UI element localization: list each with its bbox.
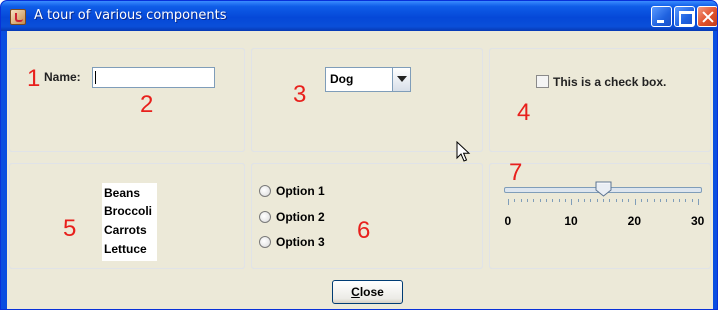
slider-tick [615,199,617,202]
slider-tick [609,199,611,202]
radio-option-3-label[interactable]: Option 3 [276,235,325,249]
mouse-cursor-icon [456,141,471,162]
callout-4: 4 [517,99,531,126]
slider-tick [514,199,516,202]
slider-tick [520,199,522,202]
slider-tick [679,199,680,202]
slider-tick [647,199,649,202]
animal-combo-box[interactable]: Dog [325,67,411,92]
list-item-carrots[interactable]: Carrots [104,223,147,237]
slider-label-20: 20 [627,214,642,228]
slider-tick [577,199,579,202]
checkbox-label[interactable]: This is a check box. [553,75,666,89]
slider-tick [539,199,541,202]
radio-option-2[interactable] [259,211,271,223]
slider-tick [622,199,623,202]
range-slider[interactable]: 0 10 20 30 [504,181,705,231]
vegetable-list[interactable]: Beans Broccoli Carrots Lettuce [102,183,157,261]
slider-tick [698,199,699,205]
radio-option-2-label[interactable]: Option 2 [276,210,325,224]
slider-tick [558,199,560,202]
slider-tick [634,199,636,205]
close-button[interactable]: Close [332,280,403,304]
java-app-icon[interactable] [10,9,26,25]
list-item-beans[interactable]: Beans [104,186,140,200]
slider-tick [672,199,674,202]
title-bar[interactable]: A tour of various components [1,1,717,31]
slider-tick [603,199,604,202]
panel-name [9,48,245,152]
close-label-rest: lose [359,285,384,299]
slider-tick [660,199,661,202]
close-window-button[interactable] [697,6,717,27]
minimize-button[interactable] [651,6,672,27]
slider-label-10: 10 [564,214,578,228]
slider-thumb[interactable] [595,181,612,197]
slider-tick [691,199,693,202]
name-input[interactable] [92,67,215,88]
slider-tick [508,199,509,205]
text-caret [95,71,96,84]
content-pane: 1 Name: 2 Dog 3 This is a check box. 4 B… [7,31,713,309]
list-item-broccoli[interactable]: Broccoli [104,204,152,218]
callout-3: 3 [293,81,307,108]
slider-tick [666,199,668,202]
slider-tick [571,199,573,205]
radio-option-1[interactable] [259,185,271,197]
slider-tick [552,199,554,202]
slider-tick [685,199,687,202]
callout-2: 2 [140,91,154,118]
combo-selected-value: Dog [330,72,354,86]
callout-1: 1 [27,65,41,92]
app-window: A tour of various components 1 Name: 2 D… [0,0,718,310]
slider-label-0: 0 [504,214,512,228]
slider-tick [596,199,598,202]
slider-tick [590,199,592,202]
maximize-button[interactable] [674,6,695,27]
radio-option-3[interactable] [259,236,271,248]
radio-option-1-label[interactable]: Option 1 [276,184,325,198]
slider-tick [565,199,566,202]
slider-tick [641,199,642,202]
slider-tick [527,199,528,202]
slider-tick [653,199,655,202]
callout-6: 6 [357,217,371,244]
slider-tick [584,199,585,202]
panel-combo [251,48,483,152]
slider-tick [533,199,535,202]
chevron-down-icon[interactable] [392,68,410,91]
callout-5: 5 [63,215,77,242]
window-title: A tour of various components [34,8,227,23]
close-mnemonic: C [351,285,360,299]
slider-tick [628,199,630,202]
list-item-lettuce[interactable]: Lettuce [104,242,147,256]
slider-label-30: 30 [691,214,705,228]
name-label: Name: [44,70,81,84]
sample-checkbox[interactable] [536,75,549,88]
slider-tick [546,199,547,202]
